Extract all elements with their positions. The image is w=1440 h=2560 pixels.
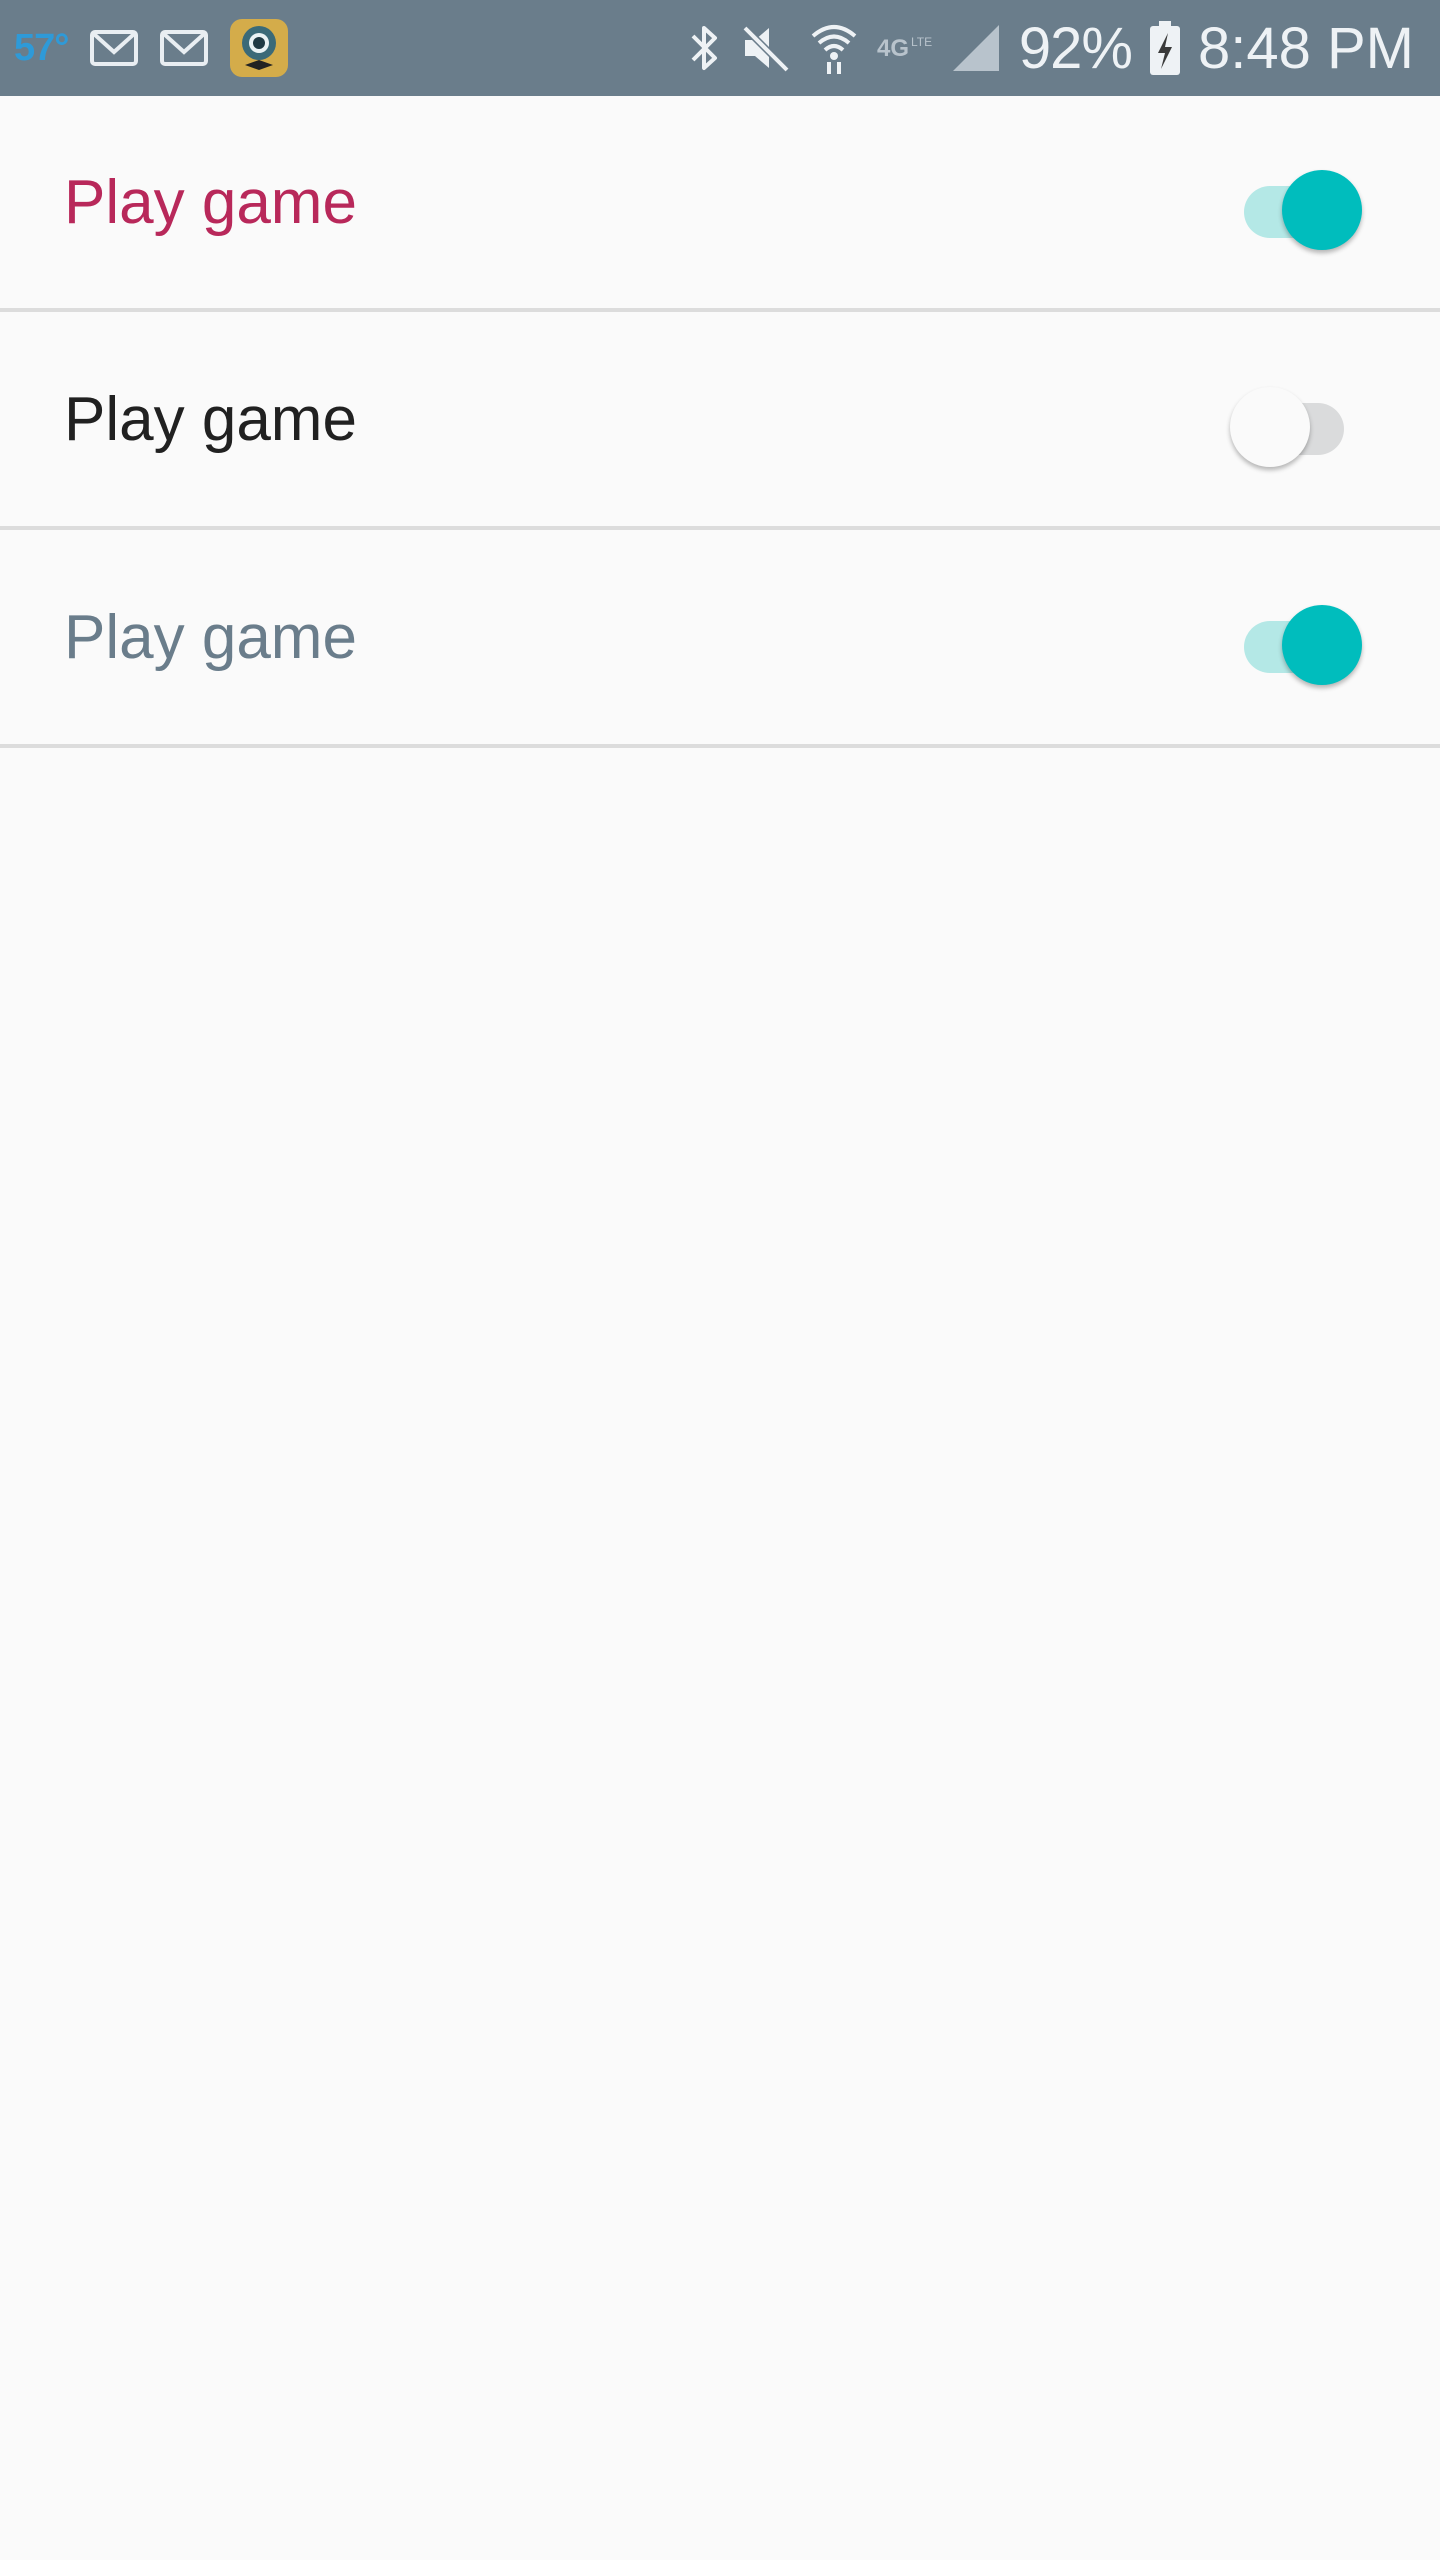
switch-thumb bbox=[1230, 387, 1310, 467]
status-bar: 57° 4G LTE 92% 8:48 PM bbox=[0, 0, 1440, 96]
settings-row[interactable]: Play game bbox=[0, 312, 1440, 530]
settings-row[interactable]: Play game bbox=[0, 530, 1440, 748]
weather-temperature: 57° bbox=[14, 26, 69, 69]
wifi-icon bbox=[811, 25, 857, 74]
setting-label: Play game bbox=[64, 602, 357, 672]
signal-icon bbox=[952, 25, 999, 71]
lte-icon: 4G LTE bbox=[877, 35, 932, 62]
app-icon bbox=[230, 19, 289, 77]
bluetooth-icon bbox=[691, 26, 717, 70]
battery-percent: 92% bbox=[1018, 15, 1133, 81]
mute-icon bbox=[742, 25, 790, 73]
toggle-switch[interactable] bbox=[1230, 162, 1362, 250]
svg-text:4G: 4G bbox=[877, 35, 909, 62]
switch-thumb bbox=[1282, 170, 1362, 250]
svg-text:LTE: LTE bbox=[911, 35, 932, 49]
status-time: 8:48 PM bbox=[1198, 15, 1414, 81]
settings-list: Play game Play game Play game bbox=[0, 96, 1440, 748]
battery-charging-icon bbox=[1150, 21, 1180, 75]
gmail-icon bbox=[160, 30, 209, 66]
status-bar-system: 4G LTE 92% 8:48 PM bbox=[687, 0, 1414, 96]
switch-thumb bbox=[1282, 605, 1362, 685]
status-bar-notifications: 57° bbox=[14, 0, 289, 96]
toggle-switch[interactable] bbox=[1230, 597, 1362, 685]
settings-row[interactable]: Play game bbox=[0, 96, 1440, 312]
setting-label: Play game bbox=[64, 384, 357, 454]
gmail-icon bbox=[90, 30, 139, 66]
toggle-switch[interactable] bbox=[1230, 379, 1362, 467]
setting-label: Play game bbox=[64, 167, 357, 237]
